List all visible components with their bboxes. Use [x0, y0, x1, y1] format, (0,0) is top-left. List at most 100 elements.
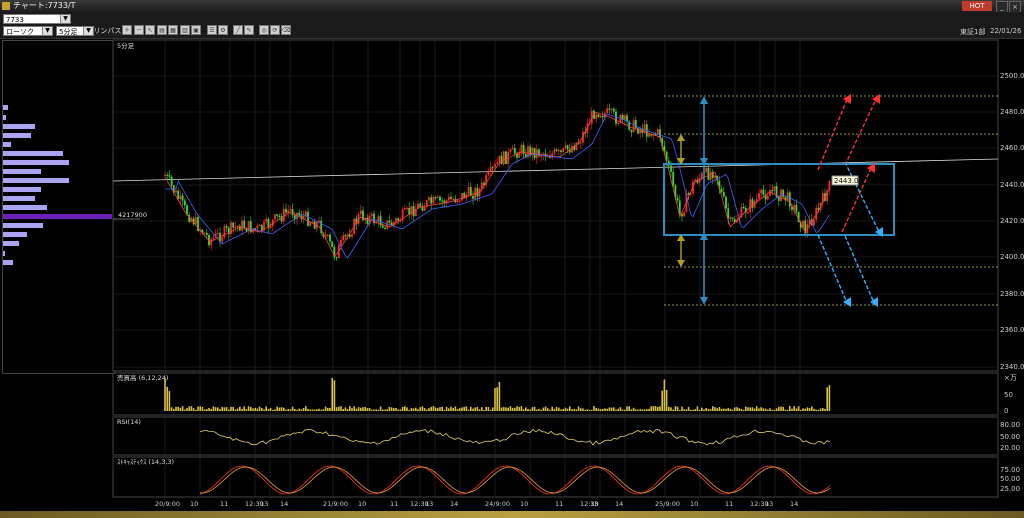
volume-bar: [824, 408, 826, 411]
candle-body: [509, 149, 512, 153]
volume-bar: [786, 409, 789, 411]
chart-area[interactable]: 5分足 売買高 (6,12,24) RSI(14) ｽﾄｷｬｽﾃｨｸｽ (14,…: [0, 0, 1024, 518]
volume-bar: [544, 406, 547, 411]
volume-bar: [558, 407, 560, 411]
volume-bar: [274, 409, 276, 411]
y-tick-label: 50.00: [1000, 433, 1020, 441]
candle-body: [179, 195, 182, 199]
y-tick-label: 25.00: [1000, 485, 1020, 493]
volume-bar: [668, 406, 670, 411]
candle-body: [626, 115, 628, 122]
x-tick-label: 21/9:00: [323, 500, 348, 508]
candle-body: [203, 232, 206, 235]
volume-bar: [712, 406, 714, 411]
volume-bar: [265, 406, 267, 411]
candle-body: [505, 151, 507, 164]
volume-bar: [685, 409, 688, 411]
volume-bar: [641, 409, 644, 411]
volume-bar: [663, 379, 666, 411]
x-tick-label: 13: [765, 500, 773, 508]
candle-body: [274, 214, 276, 220]
volume-bar: [280, 407, 283, 411]
volume-bar: [608, 407, 611, 411]
volume-bar: [448, 408, 450, 411]
volume-bar: [593, 406, 595, 411]
volume-bar: [254, 407, 256, 411]
volume-bar: [808, 407, 811, 411]
volume-bar: [643, 409, 646, 411]
volume-bar: [362, 407, 364, 411]
volume-bar: [461, 407, 463, 411]
candle-body: [216, 232, 219, 235]
volume-bar: [652, 406, 655, 411]
volume-bar: [635, 409, 637, 411]
volume-bar: [703, 409, 705, 411]
candle-body: [579, 142, 582, 144]
volume-bar: [624, 409, 626, 411]
volume-bar: [687, 406, 690, 411]
y-tick-label: 2500.0: [1000, 72, 1024, 80]
candle-body: [340, 240, 342, 246]
volume-bar: [751, 407, 754, 411]
volume-bar: [241, 408, 243, 411]
volume-bar: [621, 409, 624, 411]
candle-body: [777, 197, 780, 201]
volume-bar: [753, 408, 756, 411]
candle-body: [241, 220, 243, 231]
candle-body: [381, 225, 384, 228]
volume-bar: [225, 407, 228, 411]
volume-bar: [450, 406, 452, 411]
volume-bar: [478, 409, 481, 411]
volume-bar: [430, 406, 432, 411]
candle-body: [494, 163, 496, 168]
volume-bar: [503, 407, 505, 411]
volume-bar: [619, 407, 622, 411]
volume-bar: [412, 408, 415, 411]
candle-body: [260, 224, 263, 231]
candle-body: [788, 192, 791, 207]
volume-bar: [177, 406, 179, 411]
volume-bar: [747, 407, 749, 411]
volume-bar: [654, 406, 657, 411]
volume-bar: [646, 409, 648, 411]
candle-body: [518, 152, 521, 158]
x-tick-label: 13: [590, 500, 598, 508]
volume-bar: [745, 406, 747, 411]
volume-bar: [683, 409, 685, 411]
volume-bar: [604, 408, 606, 411]
volume-bar: [408, 409, 410, 411]
candle-body: [362, 210, 364, 221]
candle-body: [758, 193, 760, 199]
volume-bar: [375, 409, 377, 411]
candle-body: [223, 226, 226, 238]
candle-body: [687, 193, 690, 195]
volume-bar: [692, 409, 694, 411]
candle-body: [458, 200, 461, 202]
candle-body: [707, 167, 710, 180]
candle-body: [265, 218, 268, 222]
volume-bar: [505, 407, 507, 411]
volume-bar: [355, 408, 358, 411]
volume-bar: [760, 407, 762, 411]
volume-bar: [560, 409, 562, 411]
candle-body: [637, 128, 639, 134]
y-tick-label: 50.00: [1000, 475, 1020, 483]
volume-bar: [613, 407, 615, 411]
volume-bar: [406, 407, 408, 411]
volume-bar: [333, 380, 336, 411]
volume-bar: [586, 409, 589, 411]
candle-body: [194, 217, 197, 225]
candle-body: [700, 172, 703, 179]
volume-bar: [670, 407, 672, 411]
volume-bar: [366, 408, 369, 411]
volume-bar: [463, 406, 465, 411]
candle-body: [623, 115, 626, 120]
candle-body: [329, 234, 331, 242]
volume-bar: [168, 390, 171, 411]
volume-bar: [784, 409, 787, 411]
volume-bar: [650, 406, 652, 411]
candle-body: [760, 189, 763, 194]
volume-bar: [665, 389, 668, 411]
volume-bar: [731, 409, 734, 411]
volume-bar: [432, 406, 435, 411]
